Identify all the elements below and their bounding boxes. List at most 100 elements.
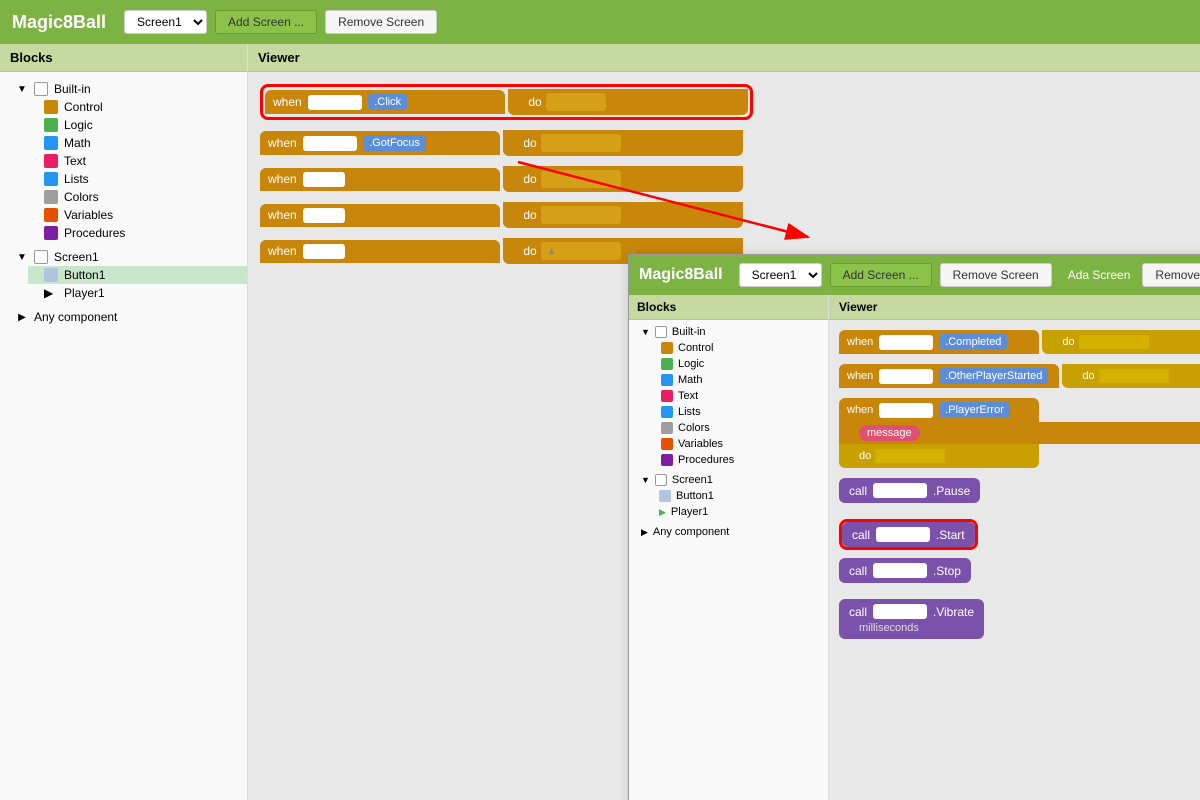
vibrate-method: .Vibrate	[933, 605, 974, 619]
second-colors-label: Colors	[678, 422, 710, 434]
second-math[interactable]: Math	[649, 372, 828, 388]
player1-dropdown-start[interactable]: Player1 ▾	[876, 527, 930, 542]
second-add-screen-button[interactable]: Add Screen ...	[830, 263, 932, 287]
main-layout: Blocks ▼ Built-in Control Logic Ma	[0, 44, 1200, 800]
any-component-expand[interactable]: ▶	[16, 311, 28, 323]
player1-dropdown-pause[interactable]: Player1 ▾	[873, 483, 927, 498]
second-block-start: call Player1 ▾ .Start	[839, 519, 1200, 550]
block-1-highlight: when Button1 ▾ .Click do	[260, 84, 753, 120]
second-any-component[interactable]: ▶ Any component	[629, 524, 828, 540]
sidebar-tree: ▼ Built-in Control Logic Math	[0, 72, 247, 334]
do-label-3: do	[523, 172, 536, 186]
block-group-2: when Button1 ▾ .GotFocus do	[260, 130, 1188, 156]
second-colors-icon	[661, 422, 673, 434]
do-label-1: do	[528, 95, 541, 109]
sidebar-item-text[interactable]: Text	[28, 152, 247, 170]
butto-dropdown-4[interactable]: Butto ▾	[303, 208, 345, 223]
second-any-expand[interactable]: ▶	[641, 527, 648, 538]
math-label: Math	[64, 136, 91, 150]
other-inner	[1099, 369, 1169, 383]
builtin-expand[interactable]: ▼	[16, 83, 28, 95]
sidebar-item-procedures[interactable]: Procedures	[28, 224, 247, 242]
sidebar: Blocks ▼ Built-in Control Logic Ma	[0, 44, 248, 800]
sidebar-item-math[interactable]: Math	[28, 134, 247, 152]
app-title: Magic8Ball	[12, 12, 106, 33]
call-label-pause: call	[849, 484, 867, 498]
call-start-highlight: call Player1 ▾ .Start	[839, 519, 978, 550]
second-screen1-expand[interactable]: ▼	[641, 475, 650, 485]
second-control-icon	[661, 342, 673, 354]
remove-screen-button[interactable]: Remove Screen	[325, 10, 437, 34]
sidebar-item-player1[interactable]: ▶ Player1	[28, 284, 247, 302]
gotfocus-event: .GotFocus	[363, 135, 426, 151]
player1-dropdown-stop[interactable]: Player1 ▾	[873, 563, 927, 578]
call-label-start: call	[852, 528, 870, 542]
second-variables[interactable]: Variables	[649, 436, 828, 452]
block-3-when: when Butto ▾	[260, 168, 500, 191]
player1-dropdown-o[interactable]: Player1 ▾	[879, 369, 933, 384]
player1-dropdown-vibrate[interactable]: Player1 ▾	[873, 604, 927, 619]
second-button1-label: Button1	[676, 490, 714, 502]
second-button1[interactable]: Button1	[647, 488, 828, 504]
procedures-label: Procedures	[64, 226, 125, 240]
second-builtin-expand[interactable]: ▼	[641, 327, 650, 337]
sidebar-item-variables[interactable]: Variables	[28, 206, 247, 224]
builtin-label: Built-in	[54, 82, 91, 96]
completed-event: .Completed	[939, 334, 1007, 350]
screen1-group[interactable]: ▼ Screen1	[0, 248, 247, 266]
sidebar-item-lists[interactable]: Lists	[28, 170, 247, 188]
sidebar-item-button1[interactable]: Button1	[28, 266, 247, 284]
builtin-group[interactable]: ▼ Built-in	[0, 80, 247, 98]
second-procedures-label: Procedures	[678, 454, 734, 466]
stop-method: .Stop	[933, 564, 961, 578]
second-lists[interactable]: Lists	[649, 404, 828, 420]
do-label-2: do	[523, 136, 536, 150]
second-builtin-icon	[655, 326, 667, 338]
add-screen-button[interactable]: Add Screen ...	[215, 10, 317, 34]
block-completed-when: when Player1 ▾ .Completed	[839, 330, 1039, 354]
block-1-when: when Button1 ▾ .Click	[265, 90, 505, 114]
second-text[interactable]: Text	[649, 388, 828, 404]
block-group-4: when Butto ▾ do	[260, 202, 1188, 228]
builtin-icon	[34, 82, 48, 96]
second-window: Magic8Ball Screen1 Add Screen ... Remove…	[628, 254, 1200, 800]
variables-label: Variables	[64, 208, 113, 222]
player1-dropdown-e[interactable]: Player1 ▾	[879, 403, 933, 418]
second-block-vibrate: call Player1 ▾ .Vibrate milliseconds	[839, 599, 1200, 647]
call-stop: call Player1 ▾ .Stop	[839, 558, 971, 583]
second-block-otherplayer: when Player1 ▾ .OtherPlayerStarted do	[839, 364, 1200, 388]
call-label-stop: call	[849, 564, 867, 578]
call-start: call Player1 ▾ .Start	[842, 522, 975, 547]
second-text-label: Text	[678, 390, 698, 402]
sidebar-item-colors[interactable]: Colors	[28, 188, 247, 206]
do-c: do	[1062, 336, 1074, 348]
butto-dropdown-5[interactable]: Butto ▾	[303, 244, 345, 259]
second-screen1-group[interactable]: ▼ Screen1	[629, 472, 828, 488]
second-screen-select[interactable]: Screen1	[739, 263, 822, 287]
second-builtin-group[interactable]: ▼ Built-in	[629, 324, 828, 340]
screen-select[interactable]: Screen1	[124, 10, 207, 34]
ada-remove-button[interactable]: Remove Screen	[1142, 263, 1200, 287]
second-block-completed: when Player1 ▾ .Completed do	[839, 330, 1200, 354]
second-viewer: Viewer when Player1 ▾ .Completed do	[829, 295, 1200, 800]
second-procedures[interactable]: Procedures	[649, 452, 828, 468]
sidebar-item-control[interactable]: Control	[28, 98, 247, 116]
button1-dropdown-2[interactable]: Button1 ▾	[303, 136, 358, 151]
butto-dropdown-3[interactable]: Butto ▾	[303, 172, 345, 187]
block-completed-do: do	[1042, 330, 1200, 354]
screen1-expand[interactable]: ▼	[16, 251, 28, 263]
button1-dropdown-1[interactable]: Button1 ▾	[308, 95, 363, 110]
second-sidebar: Blocks ▼ Built-in Control	[629, 295, 829, 800]
second-remove-screen-button[interactable]: Remove Screen	[940, 263, 1052, 287]
second-player1[interactable]: ▶ Player1	[647, 504, 828, 520]
any-component-group[interactable]: ▶ Any component	[0, 308, 247, 326]
second-logic[interactable]: Logic	[649, 356, 828, 372]
second-variables-label: Variables	[678, 438, 723, 450]
second-colors[interactable]: Colors	[649, 420, 828, 436]
sidebar-item-logic[interactable]: Logic	[28, 116, 247, 134]
ada-screen-label: Ada Screen	[1068, 268, 1131, 282]
second-control[interactable]: Control	[649, 340, 828, 356]
viewer-header: Viewer	[248, 44, 1200, 72]
second-logic-label: Logic	[678, 358, 704, 370]
player1-dropdown-c[interactable]: Player1 ▾	[879, 335, 933, 350]
